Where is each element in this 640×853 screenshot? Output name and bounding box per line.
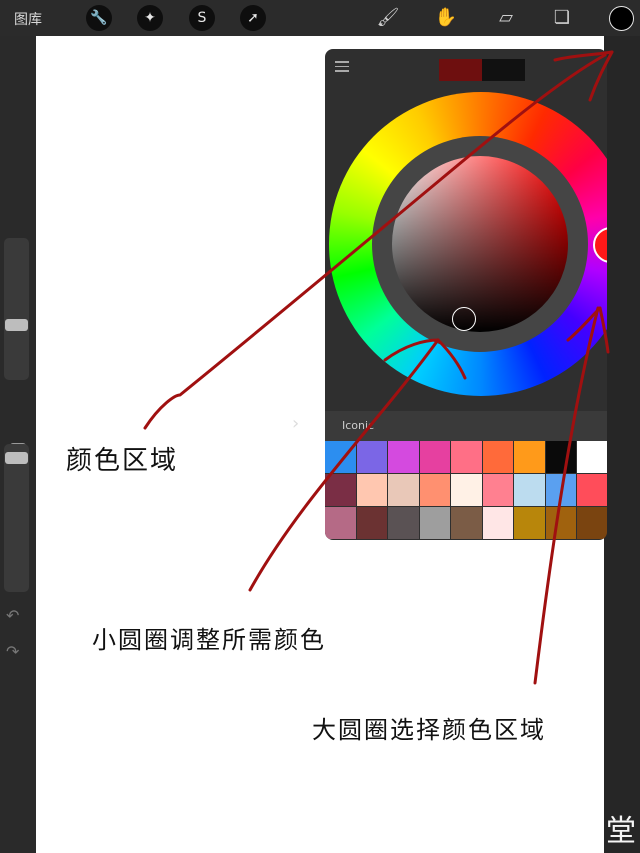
annotation-big-circle: 大圆圈选择颜色区域 bbox=[312, 716, 546, 744]
arrow-head-top bbox=[553, 50, 614, 102]
arrow-to-big-ring bbox=[533, 306, 600, 685]
annotation-small-circle: 小圆圈调整所需颜色 bbox=[92, 626, 326, 654]
arrow-to-small-circle bbox=[248, 338, 440, 592]
arrow-to-color-button bbox=[143, 53, 607, 430]
annotation-color-area: 颜色区域 bbox=[66, 446, 179, 476]
watermark: 堂 bbox=[606, 814, 636, 849]
